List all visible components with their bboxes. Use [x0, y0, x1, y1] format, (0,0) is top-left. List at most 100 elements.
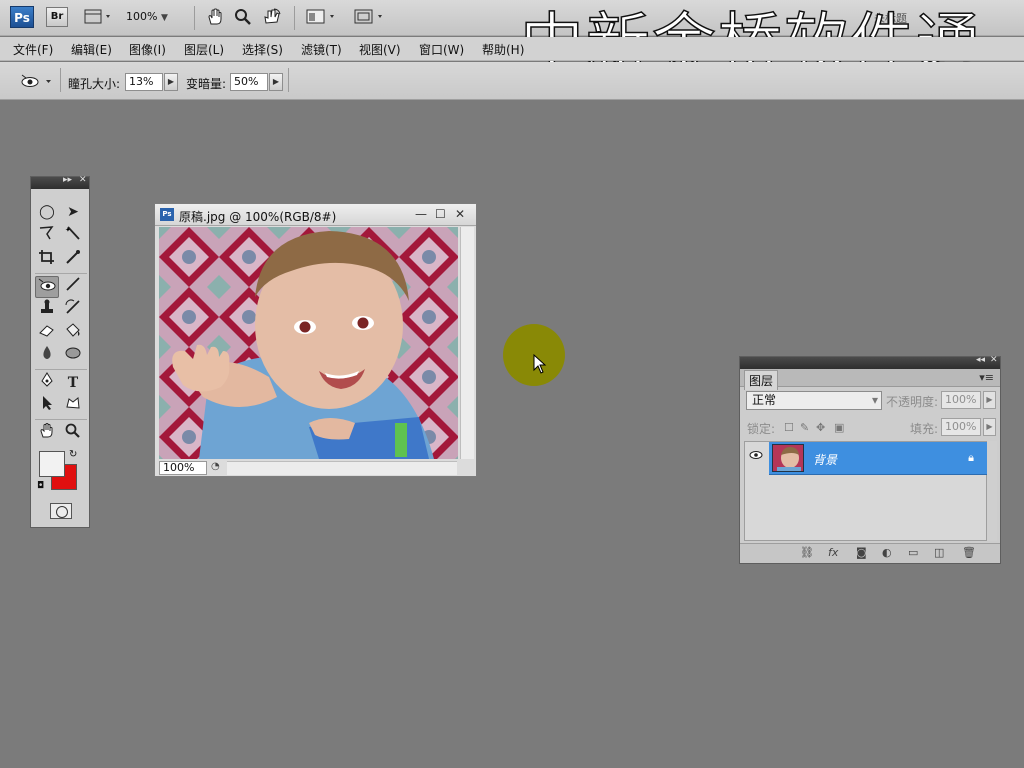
layers-panel-header[interactable]: ◂◂ ✕	[740, 355, 1000, 369]
clone-stamp-icon[interactable]	[35, 299, 59, 321]
zoom-tool-icon[interactable]	[61, 422, 85, 444]
menu-bar: 文件(F) 编辑(E) 图像(I) 图层(L) 选择(S) 滤镜(T) 视图(V…	[0, 37, 1024, 61]
menu-filter[interactable]: 滤镜(T)	[301, 41, 342, 58]
image-canvas[interactable]	[159, 227, 458, 459]
tools-panel-header[interactable]: ▸▸ ✕	[31, 175, 89, 189]
hand-tool-icon[interactable]	[206, 8, 224, 29]
document-title-bar[interactable]: Ps 原稿.jpg @ 100%(RGB/8#) — ☐ ✕	[155, 204, 476, 226]
path-selection-icon[interactable]	[35, 395, 59, 417]
fill-stepper[interactable]: ▶	[983, 418, 996, 436]
menu-layer[interactable]: 图层(L)	[184, 41, 224, 58]
layer-row-background[interactable]: 背景 🔒︎	[769, 442, 988, 475]
pupil-size-stepper[interactable]: ▶	[164, 73, 178, 91]
screen-mode-icon[interactable]	[354, 8, 388, 29]
close-icon[interactable]: ✕	[455, 207, 465, 221]
pen-tool-icon[interactable]	[35, 372, 59, 394]
document-info-icon[interactable]: ◔	[211, 461, 220, 472]
eraser-icon[interactable]	[35, 322, 59, 344]
panel-menu-icon[interactable]: ▾≡	[979, 371, 994, 384]
hand-tool-icon[interactable]	[35, 422, 59, 444]
lock-all-icon[interactable]: ▣	[834, 421, 844, 434]
menu-view[interactable]: 视图(V)	[359, 41, 401, 58]
bridge-button[interactable]: Br	[46, 7, 68, 27]
blur-tool-icon[interactable]	[35, 345, 59, 367]
zoom-tool-icon[interactable]	[234, 8, 252, 29]
red-eye-tool-icon[interactable]	[35, 276, 59, 298]
move-tool-icon[interactable]: ➤	[61, 201, 85, 223]
lock-pixels-icon[interactable]: ✎	[800, 421, 809, 434]
darken-amount-stepper[interactable]: ▶	[269, 73, 283, 91]
link-layers-icon[interactable]: ⛓	[800, 546, 814, 559]
darken-amount-input[interactable]: 50%	[230, 73, 268, 91]
brush-tool-icon[interactable]	[61, 276, 85, 298]
menu-edit[interactable]: 编辑(E)	[71, 41, 112, 58]
divider	[60, 68, 61, 92]
layer-lock-icon: 🔒︎	[968, 451, 974, 464]
custom-shape-icon[interactable]	[61, 395, 85, 417]
menu-file[interactable]: 文件(F)	[13, 41, 53, 58]
layers-scrollbar[interactable]	[987, 441, 997, 541]
polygonal-lasso-icon[interactable]	[35, 225, 59, 247]
menu-select[interactable]: 选择(S)	[242, 41, 283, 58]
pupil-size-input[interactable]: 13%	[125, 73, 163, 91]
swap-colors-icon[interactable]: ↻	[69, 449, 77, 460]
vertical-scrollbar[interactable]	[460, 227, 474, 459]
horizontal-scrollbar[interactable]	[227, 461, 457, 475]
fill-input[interactable]: 100%	[941, 418, 981, 436]
menu-window[interactable]: 窗口(W)	[419, 41, 464, 58]
dodge-tool-icon[interactable]	[61, 345, 85, 367]
add-mask-icon[interactable]: ◙	[856, 546, 867, 559]
magic-wand-icon[interactable]: ✦	[61, 225, 85, 247]
view-extras-icon[interactable]	[84, 8, 114, 29]
divider	[35, 419, 87, 420]
fill-label: 填充:	[910, 422, 939, 436]
tools-panel: ▸▸ ✕ ◯ ➤ ✦ T ↻ ◘	[30, 175, 90, 528]
collapse-icon[interactable]: ▸▸	[63, 175, 72, 185]
maximize-icon[interactable]: ☐	[435, 207, 446, 221]
crop-tool-icon[interactable]	[35, 249, 59, 271]
divider	[194, 6, 195, 30]
layer-style-icon[interactable]: fx	[828, 546, 838, 559]
adjustment-layer-icon[interactable]: ◐	[882, 546, 892, 559]
menu-help[interactable]: 帮助(H)	[482, 41, 524, 58]
zoom-level-select[interactable]: 100% ▼	[126, 10, 168, 23]
quick-mask-button[interactable]	[50, 503, 72, 519]
lock-position-icon[interactable]: ✥	[816, 421, 825, 434]
elliptical-marquee-icon[interactable]: ◯	[35, 201, 59, 223]
type-tool-icon[interactable]: T	[61, 372, 85, 394]
arrange-documents-icon[interactable]	[306, 8, 340, 29]
red-eye-tool-preset-icon[interactable]	[20, 72, 56, 93]
default-colors-icon[interactable]: ◘	[37, 481, 44, 491]
baby-photo	[159, 227, 458, 459]
close-icon[interactable]: ✕	[79, 175, 87, 185]
layers-tab-bar: 图层 ▾≡	[740, 369, 1000, 390]
divider	[35, 369, 87, 370]
layer-list: 背景 🔒︎	[744, 441, 988, 541]
menu-image[interactable]: 图像(I)	[129, 41, 166, 58]
application-bar: Ps Br 100% ▼ 未标题 中新金桥软件通	[0, 0, 1024, 82]
new-layer-icon[interactable]: ◫	[934, 546, 944, 559]
delete-layer-icon[interactable]: 🗑︎	[962, 546, 976, 559]
tab-layers[interactable]: 图层	[744, 370, 779, 390]
paint-bucket-icon[interactable]	[61, 322, 85, 344]
svg-text:✦: ✦	[65, 226, 71, 234]
zoom-level-value: 100%	[126, 10, 158, 23]
rotate-view-icon[interactable]	[262, 8, 282, 29]
tool-options-bar: 瞳孔大小: 13% ▶ 变暗量: 50% ▶	[0, 62, 1024, 100]
foreground-color-swatch[interactable]	[39, 451, 65, 477]
eyedropper-icon[interactable]	[61, 249, 85, 271]
history-brush-icon[interactable]	[61, 299, 85, 321]
layers-panel-footer: ⛓ fx ◙ ◐ ▭ ◫ 🗑︎	[740, 543, 1000, 563]
layer-visibility-eye-icon[interactable]	[747, 450, 765, 466]
blend-mode-select[interactable]: 正常	[746, 391, 882, 410]
opacity-stepper[interactable]: ▶	[983, 391, 996, 409]
collapse-icon[interactable]: ◂◂	[976, 355, 985, 365]
divider	[288, 68, 289, 92]
minimize-icon[interactable]: —	[415, 207, 427, 221]
zoom-status-field[interactable]: 100%	[159, 461, 207, 475]
close-icon[interactable]: ✕	[990, 355, 998, 365]
new-group-icon[interactable]: ▭	[908, 546, 918, 559]
photoshop-logo[interactable]: Ps	[10, 6, 34, 28]
opacity-input[interactable]: 100%	[941, 391, 981, 409]
lock-transparency-icon[interactable]: ☐	[784, 421, 794, 434]
